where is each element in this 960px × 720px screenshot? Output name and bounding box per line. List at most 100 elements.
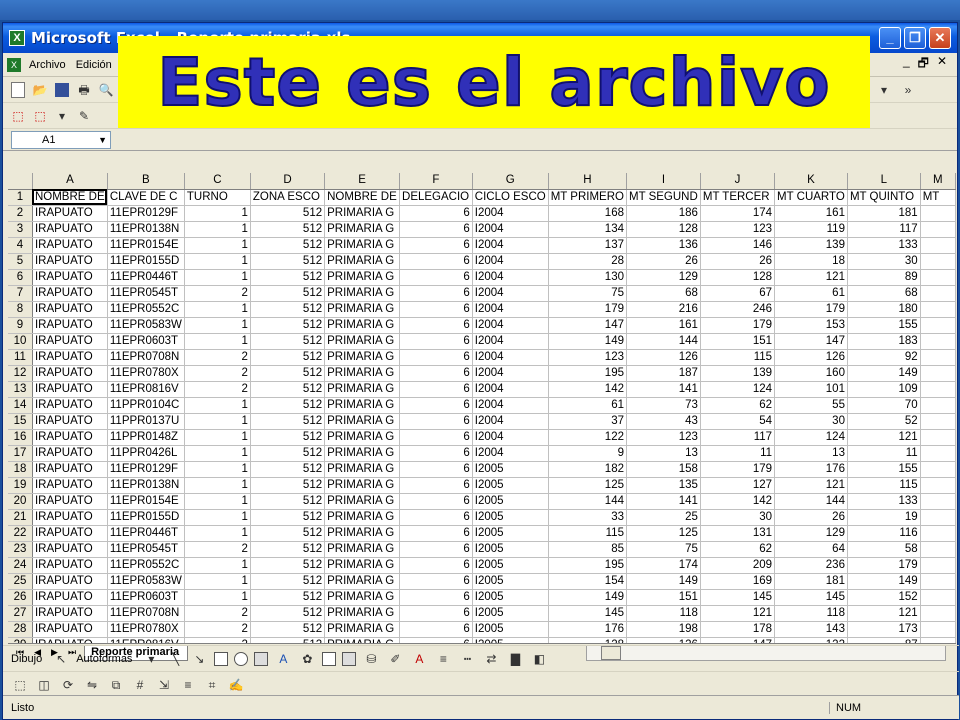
row-header[interactable]: 23 bbox=[8, 541, 33, 558]
table-cell[interactable]: 6 bbox=[399, 461, 473, 478]
row-header[interactable]: 9 bbox=[8, 317, 33, 334]
table-cell[interactable]: I2004 bbox=[472, 253, 549, 270]
column-header-c[interactable]: C bbox=[184, 173, 251, 190]
table-cell[interactable]: 6 bbox=[399, 493, 473, 510]
table-cell[interactable]: 141 bbox=[626, 381, 701, 398]
table-cell[interactable] bbox=[920, 365, 956, 382]
table-cell[interactable] bbox=[920, 605, 956, 622]
table-cell[interactable]: 139 bbox=[774, 237, 848, 254]
table-cell[interactable]: 52 bbox=[847, 413, 921, 430]
table-cell[interactable]: 512 bbox=[250, 541, 326, 558]
table-cell[interactable]: 1 bbox=[184, 509, 251, 526]
table-cell[interactable]: PRIMARIA G bbox=[324, 381, 401, 398]
crop-icon[interactable]: ⌗ bbox=[203, 676, 221, 694]
table-cell[interactable]: I2004 bbox=[472, 269, 549, 286]
header-cell[interactable]: MT QUINTO bbox=[847, 189, 921, 206]
table-cell[interactable]: I2004 bbox=[472, 221, 549, 238]
dash-style-icon[interactable]: ┅ bbox=[458, 650, 476, 668]
table-cell[interactable]: 1 bbox=[184, 205, 251, 222]
table-cell[interactable]: 6 bbox=[399, 445, 473, 462]
row-header[interactable]: 2 bbox=[8, 205, 33, 222]
table-cell[interactable]: IRAPUATO bbox=[32, 461, 108, 478]
column-header-e[interactable]: E bbox=[324, 173, 401, 190]
row-header[interactable]: 18 bbox=[8, 461, 33, 478]
table-cell[interactable]: 512 bbox=[250, 493, 326, 510]
column-header-h[interactable]: H bbox=[548, 173, 627, 190]
table-cell[interactable]: 512 bbox=[250, 365, 326, 382]
table-cell[interactable]: 512 bbox=[250, 461, 326, 478]
table-cell[interactable]: 216 bbox=[626, 301, 701, 318]
row-header[interactable]: 24 bbox=[8, 557, 33, 574]
table-cell[interactable]: 179 bbox=[548, 301, 627, 318]
table-cell[interactable]: 11EPR0603T bbox=[107, 333, 185, 350]
table-cell[interactable]: IRAPUATO bbox=[32, 573, 108, 590]
table-cell[interactable]: 6 bbox=[399, 381, 473, 398]
workbook-minimize-button[interactable]: _ bbox=[903, 54, 910, 75]
order-icon[interactable]: ⧉ bbox=[107, 676, 125, 694]
table-cell[interactable]: 512 bbox=[250, 509, 326, 526]
table-cell[interactable]: 1 bbox=[184, 237, 251, 254]
table-cell[interactable]: 1 bbox=[184, 413, 251, 430]
table-cell[interactable] bbox=[920, 557, 956, 574]
table-cell[interactable]: 179 bbox=[700, 317, 776, 334]
table-cell[interactable]: 1 bbox=[184, 301, 251, 318]
format-painter-icon[interactable]: ✍ bbox=[227, 676, 245, 694]
table-cell[interactable] bbox=[920, 461, 956, 478]
minimize-button[interactable]: _ bbox=[879, 27, 901, 49]
table-cell[interactable]: 43 bbox=[626, 413, 701, 430]
table-cell[interactable]: PRIMARIA G bbox=[324, 493, 401, 510]
table-cell[interactable]: 26 bbox=[626, 253, 701, 270]
table-cell[interactable]: I2005 bbox=[472, 605, 549, 622]
row-header[interactable]: 27 bbox=[8, 605, 33, 622]
table-cell[interactable]: 67 bbox=[700, 285, 776, 302]
table-cell[interactable]: 6 bbox=[399, 237, 473, 254]
table-cell[interactable]: 1 bbox=[184, 573, 251, 590]
line-icon[interactable]: ╲ bbox=[166, 650, 184, 668]
table-cell[interactable]: 512 bbox=[250, 253, 326, 270]
table-cell[interactable]: 121 bbox=[774, 477, 848, 494]
table-cell[interactable]: 61 bbox=[548, 397, 627, 414]
table-cell[interactable]: IRAPUATO bbox=[32, 541, 108, 558]
table-cell[interactable]: 512 bbox=[250, 477, 326, 494]
flip-icon[interactable]: ⇋ bbox=[83, 676, 101, 694]
table-cell[interactable]: 6 bbox=[399, 621, 473, 638]
workbook-close-button[interactable]: ✕ bbox=[937, 54, 947, 75]
table-cell[interactable]: 11EPR0155D bbox=[107, 509, 185, 526]
header-cell[interactable]: MT bbox=[920, 189, 956, 206]
table-cell[interactable] bbox=[920, 541, 956, 558]
table-cell[interactable]: 6 bbox=[399, 317, 473, 334]
table-cell[interactable]: 1 bbox=[184, 461, 251, 478]
table-cell[interactable] bbox=[920, 269, 956, 286]
table-cell[interactable]: 131 bbox=[700, 525, 776, 542]
table-cell[interactable]: 195 bbox=[548, 557, 627, 574]
table-cell[interactable]: PRIMARIA G bbox=[324, 525, 401, 542]
shadow-icon[interactable]: ▇ bbox=[506, 650, 524, 668]
table-cell[interactable]: 11EPR0129F bbox=[107, 461, 185, 478]
table-cell[interactable] bbox=[920, 381, 956, 398]
wordart-icon[interactable]: A bbox=[274, 650, 292, 668]
table-cell[interactable]: 101 bbox=[774, 381, 848, 398]
row-header[interactable]: 26 bbox=[8, 589, 33, 606]
table-cell[interactable]: IRAPUATO bbox=[32, 413, 108, 430]
table-cell[interactable]: PRIMARIA G bbox=[324, 573, 401, 590]
table-cell[interactable]: I2004 bbox=[472, 237, 549, 254]
name-box[interactable]: A1 ▼ bbox=[11, 130, 111, 149]
table-cell[interactable]: 6 bbox=[399, 509, 473, 526]
table-cell[interactable]: 11EPR0708N bbox=[107, 349, 185, 366]
table-cell[interactable]: 121 bbox=[700, 605, 776, 622]
table-cell[interactable]: 149 bbox=[847, 573, 921, 590]
table-cell[interactable]: 512 bbox=[250, 333, 326, 350]
table-cell[interactable]: 11EPR0552C bbox=[107, 301, 185, 318]
table-cell[interactable]: PRIMARIA G bbox=[324, 301, 401, 318]
table-cell[interactable]: 1 bbox=[184, 253, 251, 270]
table-cell[interactable] bbox=[920, 445, 956, 462]
table-cell[interactable]: 18 bbox=[774, 253, 848, 270]
table-cell[interactable]: PRIMARIA G bbox=[324, 621, 401, 638]
table-cell[interactable]: 6 bbox=[399, 205, 473, 222]
table-cell[interactable]: 183 bbox=[847, 333, 921, 350]
table-cell[interactable]: 11EPR0138N bbox=[107, 477, 185, 494]
table-cell[interactable] bbox=[920, 589, 956, 606]
table-cell[interactable] bbox=[920, 573, 956, 590]
table-cell[interactable]: 512 bbox=[250, 525, 326, 542]
table-cell[interactable]: 161 bbox=[774, 205, 848, 222]
